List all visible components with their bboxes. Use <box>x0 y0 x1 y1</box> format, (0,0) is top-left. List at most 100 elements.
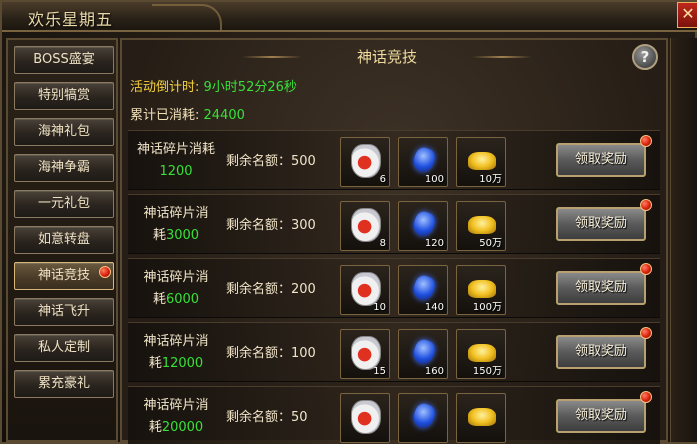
cost-value: 12000 <box>161 356 204 371</box>
help-button[interactable]: ? <box>632 44 658 70</box>
blue-gem-icon <box>410 209 438 239</box>
item-slot[interactable]: 50万 <box>456 201 506 251</box>
window-title: 欢乐星期五 <box>28 10 114 29</box>
claim-reward-button[interactable]: 领取奖励 <box>556 207 646 241</box>
notification-dot <box>640 135 652 147</box>
item-count: 100万 <box>472 302 502 313</box>
title-bar: 欢乐星期五 ✕ <box>2 2 697 32</box>
spent-label: 累计已消耗: <box>130 108 200 123</box>
requirement-label: 神话碎片消耗 <box>136 142 215 157</box>
requirement-label: 神话碎片消 <box>143 334 209 349</box>
notification-dot <box>640 263 652 275</box>
item-slot[interactable] <box>456 393 506 443</box>
sidebar-item-wheel[interactable]: 如意转盘 <box>14 226 114 254</box>
row-requirement: 神话碎片消耗 1200 <box>132 139 220 183</box>
item-slot[interactable]: 10 <box>340 265 390 315</box>
item-slot[interactable]: 140 <box>398 265 448 315</box>
item-slot[interactable]: 150万 <box>456 329 506 379</box>
requirement-suffix: 耗 <box>152 292 166 307</box>
requirement-label: 神话碎片消 <box>143 206 209 221</box>
sidebar-item-label: 神话竞技 <box>37 268 90 283</box>
requirement-suffix: 耗 <box>148 356 162 371</box>
sidebar-item-custom[interactable]: 私人定制 <box>14 334 114 362</box>
title-ornament <box>152 4 222 30</box>
sidebar-item-label: 特别犒赏 <box>37 88 90 103</box>
sidebar-item-label: 海神礼包 <box>37 124 90 139</box>
item-slot[interactable]: 6 <box>340 137 390 187</box>
item-slot[interactable]: 120 <box>398 201 448 251</box>
sidebar-item-label: 累充豪礼 <box>37 376 90 391</box>
reward-list[interactable]: 神话碎片消耗 1200 剩余名额：500 6 100 10万 领取奖励 神话碎片… <box>128 126 660 444</box>
sidebar-item-one-yuan-pack[interactable]: 一元礼包 <box>14 190 114 218</box>
remaining-quota: 剩余名额：300 <box>226 218 316 233</box>
pouch-icon <box>351 144 381 178</box>
item-slot[interactable]: 100 <box>398 137 448 187</box>
item-slot[interactable]: 15 <box>340 329 390 379</box>
row-requirement: 神话碎片消 耗6000 <box>132 267 220 311</box>
sidebar-item-myth-arena[interactable]: 神话竞技 <box>14 262 114 290</box>
requirement-label: 神话碎片消 <box>143 270 209 285</box>
blue-gem-icon <box>410 145 438 175</box>
notification-dot <box>640 199 652 211</box>
right-border-decoration <box>670 38 697 442</box>
event-window: 欢乐星期五 ✕ BOSS盛宴 特别犒赏 海神礼包 海神争霸 一元礼包 如意转盘 … <box>0 0 697 444</box>
item-count: 15 <box>373 366 386 377</box>
claim-reward-button[interactable]: 领取奖励 <box>556 271 646 305</box>
item-slot[interactable]: 10万 <box>456 137 506 187</box>
sidebar-item-boss-feast[interactable]: BOSS盛宴 <box>14 46 114 74</box>
row-requirement: 神话碎片消 耗20000 <box>132 395 220 439</box>
table-row: 神话碎片消耗 1200 剩余名额：500 6 100 10万 领取奖励 <box>128 130 660 190</box>
requirement-suffix: 耗 <box>148 420 162 435</box>
pouch-icon <box>351 208 381 242</box>
sidebar: BOSS盛宴 特别犒赏 海神礼包 海神争霸 一元礼包 如意转盘 神话竞技 神话飞… <box>6 38 118 442</box>
item-slot[interactable]: 100万 <box>456 265 506 315</box>
table-row: 神话碎片消 耗6000 剩余名额：200 10 140 100万 领取奖励 <box>128 258 660 318</box>
banner-line-right <box>472 56 532 58</box>
sidebar-item-label: 神话飞升 <box>37 304 90 319</box>
sidebar-item-label: 私人定制 <box>37 340 90 355</box>
remaining-quota: 剩余名额：200 <box>226 282 316 297</box>
item-slot[interactable] <box>398 393 448 443</box>
sidebar-item-label: BOSS盛宴 <box>33 52 95 67</box>
item-count: 160 <box>424 366 444 377</box>
item-slot[interactable]: 160 <box>398 329 448 379</box>
claim-reward-button[interactable]: 领取奖励 <box>556 335 646 369</box>
remaining-quota: 剩余名额：100 <box>226 346 316 361</box>
sidebar-item-special-reward[interactable]: 特别犒赏 <box>14 82 114 110</box>
sidebar-item-sea-god-battle[interactable]: 海神争霸 <box>14 154 114 182</box>
sidebar-item-myth-ascend[interactable]: 神话飞升 <box>14 298 114 326</box>
countdown-label: 活动倒计时: <box>130 80 200 95</box>
blue-gem-icon <box>410 273 438 303</box>
item-count: 120 <box>424 238 444 249</box>
sidebar-item-label: 一元礼包 <box>37 196 90 211</box>
gold-ingot-icon <box>468 344 496 362</box>
table-row: 神话碎片消 耗12000 剩余名额：100 15 160 150万 领取奖励 <box>128 322 660 382</box>
claim-reward-button[interactable]: 领取奖励 <box>556 143 646 177</box>
cost-value: 1200 <box>159 164 193 179</box>
item-slot[interactable]: 8 <box>340 201 390 251</box>
item-slot[interactable] <box>340 393 390 443</box>
pouch-icon <box>351 400 381 434</box>
blue-gem-icon <box>410 401 438 431</box>
notification-dot <box>640 327 652 339</box>
close-icon[interactable]: ✕ <box>677 2 697 28</box>
remaining-quota: 剩余名额：50 <box>226 410 308 425</box>
sidebar-item-recharge-gift[interactable]: 累充豪礼 <box>14 370 114 398</box>
remaining-quota: 剩余名额：500 <box>226 154 316 169</box>
row-requirement: 神话碎片消 耗12000 <box>132 331 220 375</box>
gold-ingot-icon <box>468 280 496 298</box>
item-count: 50万 <box>479 238 502 249</box>
gold-ingot-icon <box>468 408 496 426</box>
cost-value: 6000 <box>165 292 200 307</box>
item-count: 6 <box>379 174 386 185</box>
main-panel: 神话竞技 ? 活动倒计时: 9小时52分26秒 累计已消耗: 24400 神话碎… <box>120 38 668 444</box>
table-row: 神话碎片消 耗3000 剩余名额：300 8 120 50万 领取奖励 <box>128 194 660 254</box>
sidebar-item-sea-god-pack[interactable]: 海神礼包 <box>14 118 114 146</box>
table-row: 神话碎片消 耗20000 剩余名额：50 领取奖励 <box>128 386 660 444</box>
item-count: 10万 <box>479 174 502 185</box>
claim-reward-button[interactable]: 领取奖励 <box>556 399 646 433</box>
spent-line: 累计已消耗: 24400 <box>130 104 245 123</box>
pouch-icon <box>351 272 381 306</box>
panel-title: 神话竞技 <box>356 48 417 66</box>
row-requirement: 神话碎片消 耗3000 <box>132 203 220 247</box>
